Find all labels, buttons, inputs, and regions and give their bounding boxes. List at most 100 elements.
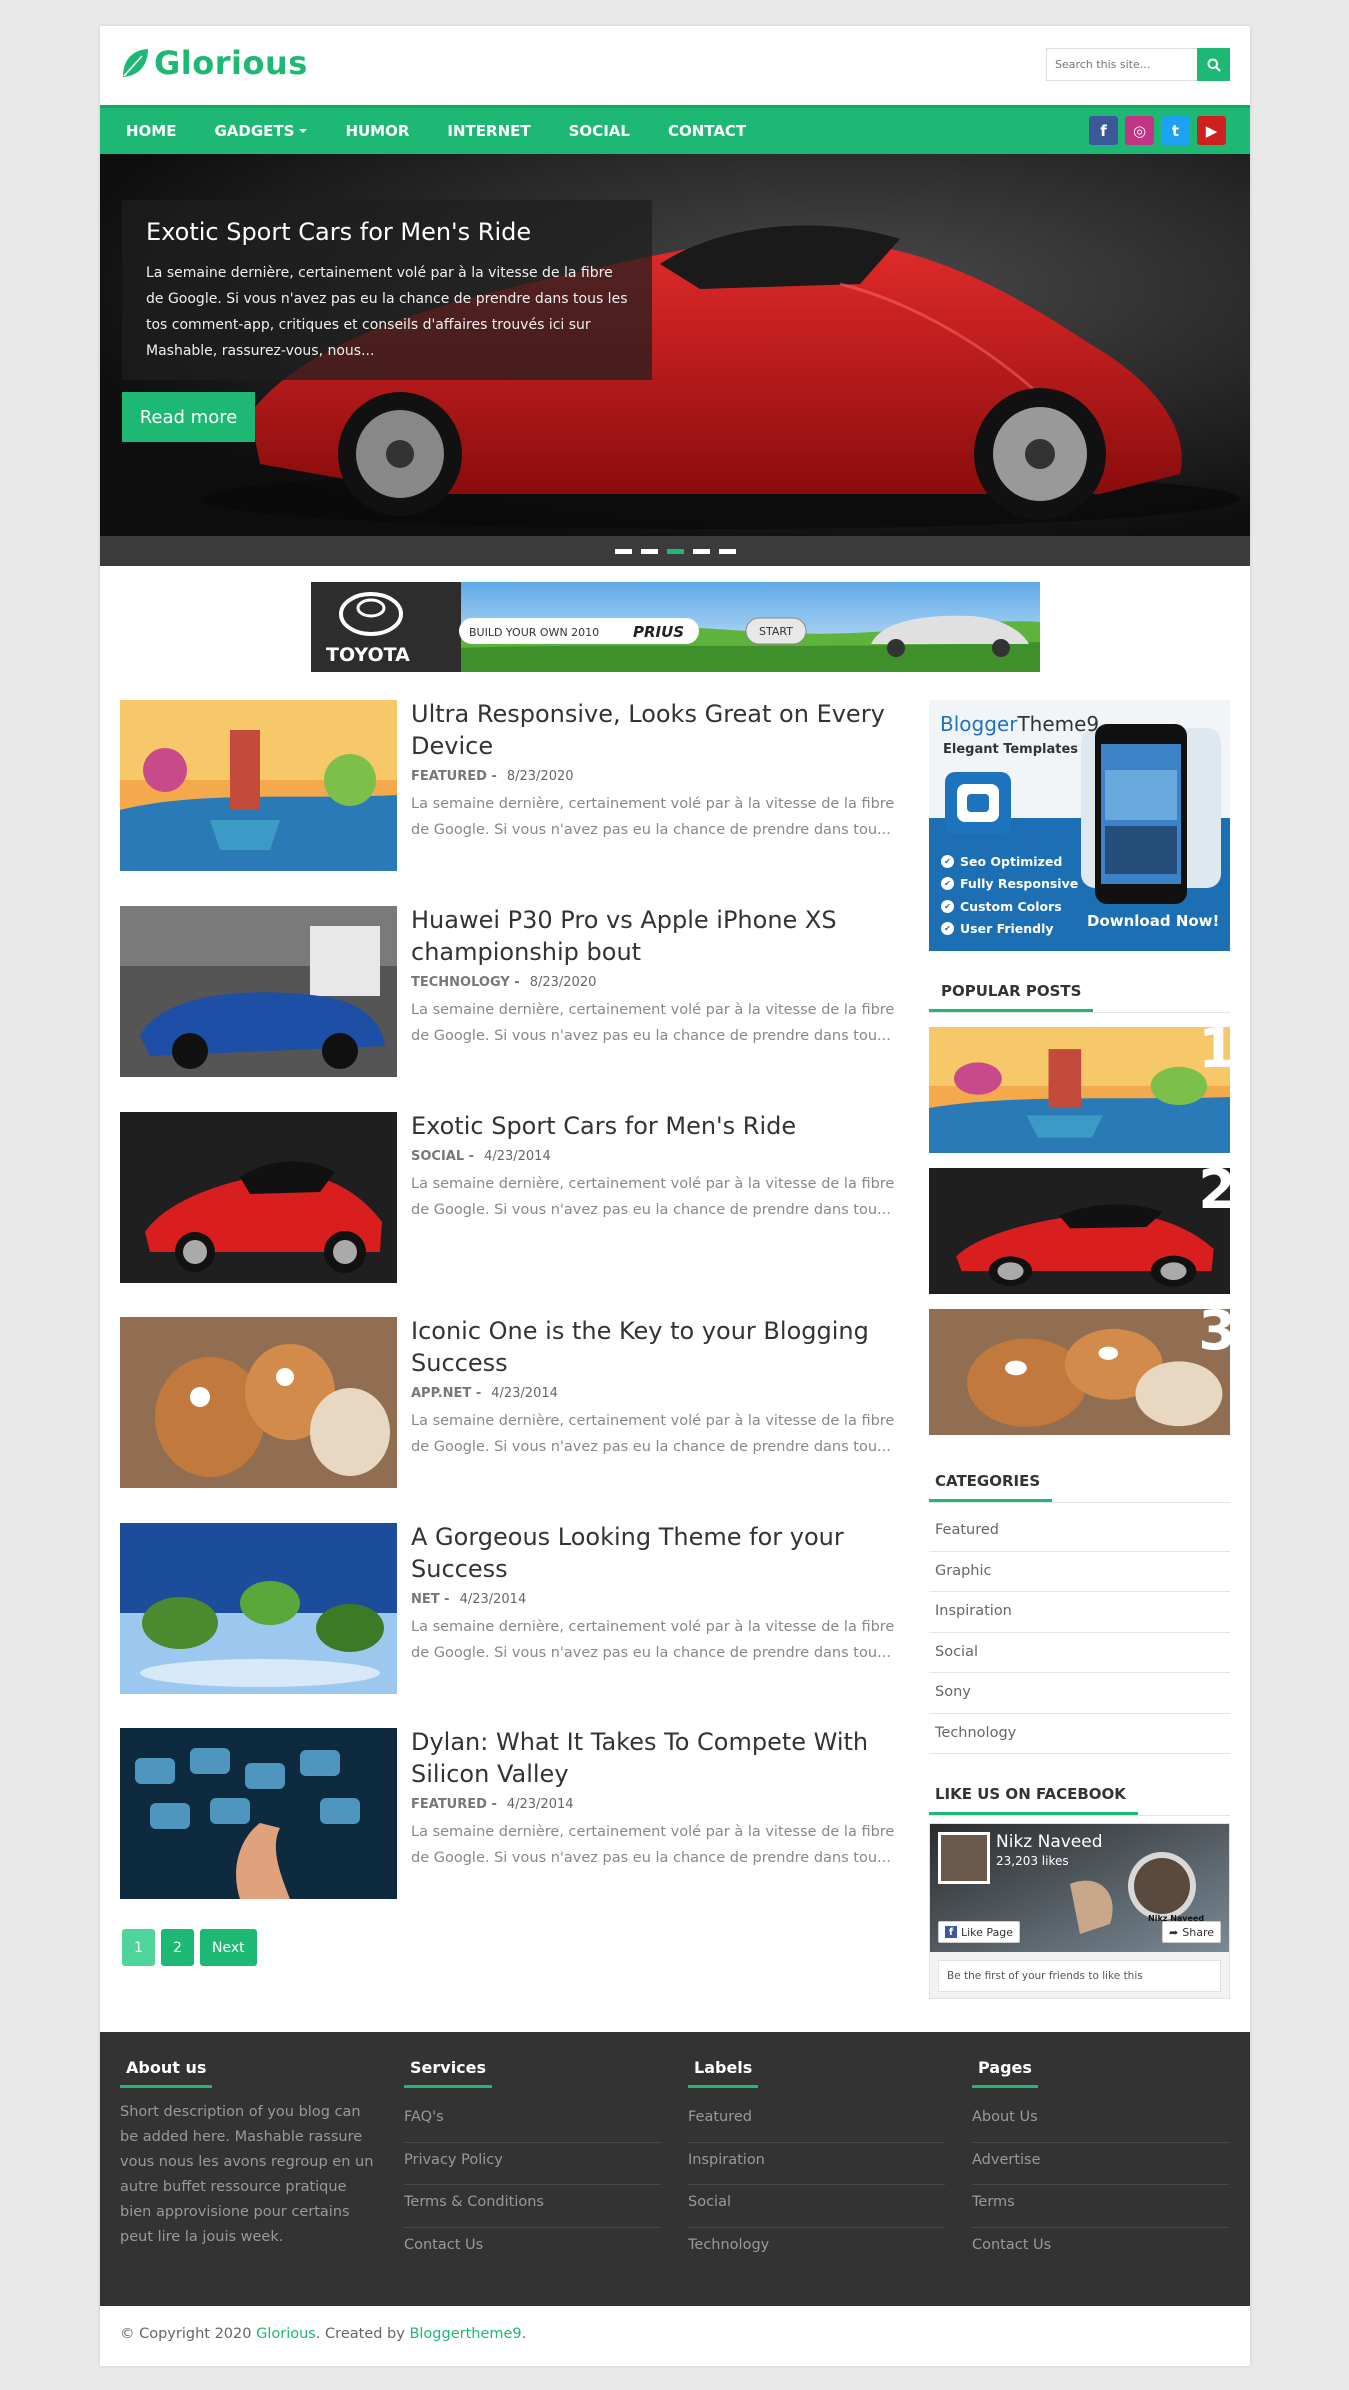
promo-feature: ✔ User Friendly: [941, 918, 1078, 941]
slide-caption: Exotic Sport Cars for Men's Ride La sema…: [122, 200, 652, 380]
footer-link[interactable]: Technology: [688, 2228, 945, 2271]
nav-item-contact[interactable]: CONTACT: [653, 122, 761, 140]
ad-brand: TOYOTA: [326, 644, 410, 666]
twitter-icon[interactable]: t: [1161, 116, 1190, 145]
post-title[interactable]: Iconic One is the Key to your Blogging S…: [411, 1315, 905, 1379]
post-title[interactable]: Exotic Sport Cars for Men's Ride: [411, 1110, 905, 1142]
slide-text: La semaine dernière, certainement volé p…: [146, 265, 628, 359]
nav-menu: HOME GADGETS HUMOR INTERNET SOCIAL CONTACT: [111, 108, 769, 154]
footer-link[interactable]: Inspiration: [688, 2143, 945, 2185]
facebook-friends-text: Be the first of your friends to like thi…: [947, 1970, 1143, 1982]
footer-link[interactable]: About Us: [972, 2100, 1229, 2143]
post-thumbnail[interactable]: [120, 700, 397, 871]
post-label[interactable]: SOCIAL -: [411, 1149, 474, 1164]
footer-link[interactable]: Contact Us: [404, 2228, 661, 2271]
ad-banner[interactable]: TOYOTA BUILD YOUR OWN 2010 PRIUS START: [311, 582, 1040, 672]
post-title[interactable]: Dylan: What It Takes To Compete With Sil…: [411, 1726, 905, 1790]
page-wrapper: Glorious HOME GADGETS HUMOR INTERNET SOCIAL C…: [100, 26, 1250, 2366]
post-date: 4/23/2014: [484, 1149, 551, 1164]
nav-item-home[interactable]: HOME: [111, 122, 191, 140]
promo-feature: ✔ Seo Optimized: [941, 850, 1078, 873]
category-item[interactable]: Graphic: [929, 1552, 1230, 1592]
post-title[interactable]: Huawei P30 Pro vs Apple iPhone XS champi…: [411, 904, 905, 968]
site-header: Glorious: [100, 26, 1250, 105]
post-image: [120, 1112, 397, 1283]
slider-dot[interactable]: [666, 548, 684, 554]
post-label[interactable]: NET -: [411, 1592, 450, 1607]
popular-post[interactable]: 3: [929, 1309, 1230, 1435]
post-title[interactable]: Ultra Responsive, Looks Great on Every D…: [411, 698, 905, 762]
popular-post[interactable]: 1: [929, 1027, 1230, 1153]
footer-link[interactable]: Featured: [688, 2100, 945, 2143]
footer-link[interactable]: Terms & Conditions: [404, 2185, 661, 2228]
post-thumbnail[interactable]: [120, 1112, 397, 1283]
post-meta: FEATURED - 4/23/2014: [411, 1797, 574, 1812]
category-item[interactable]: Inspiration: [929, 1592, 1230, 1633]
slider-dot[interactable]: [718, 548, 736, 554]
category-item[interactable]: Social: [929, 1633, 1230, 1673]
nav-item-internet[interactable]: INTERNET: [432, 122, 545, 140]
search-icon: [1207, 58, 1221, 72]
footer-link[interactable]: Social: [688, 2185, 945, 2228]
facebook-box: Nikz Naveed 23,203 likes Nikz Naveed f L…: [929, 1823, 1230, 1999]
search-button[interactable]: [1197, 48, 1230, 81]
site-title: Glorious: [154, 44, 308, 82]
post-label[interactable]: APP.NET -: [411, 1386, 481, 1401]
main-nav: HOME GADGETS HUMOR INTERNET SOCIAL CONTACT f ◎…: [100, 105, 1250, 154]
page-1-button[interactable]: 1: [122, 1929, 155, 1966]
footer-link[interactable]: Advertise: [972, 2143, 1229, 2185]
ad-start-button[interactable]: START: [759, 625, 793, 638]
facebook-icon[interactable]: f: [1089, 116, 1118, 145]
footer-link[interactable]: Privacy Policy: [404, 2143, 661, 2185]
site-logo[interactable]: Glorious: [120, 44, 308, 82]
popular-post[interactable]: 2: [929, 1168, 1230, 1294]
next-page-button[interactable]: Next: [200, 1929, 257, 1966]
instagram-icon[interactable]: ◎: [1125, 116, 1154, 145]
categories-list: Featured Graphic Inspiration Social Sony Tech…: [929, 1511, 1230, 1754]
social-icons: f ◎ t ▶: [1089, 116, 1226, 145]
footer-services-title: Services: [404, 2058, 493, 2088]
post-label[interactable]: TECHNOLOGY -: [411, 975, 520, 990]
copyright-creator-link[interactable]: Bloggertheme9: [409, 2326, 521, 2342]
facebook-share-button[interactable]: ➦ Share: [1162, 1921, 1221, 1943]
slider-dot[interactable]: [692, 548, 710, 554]
post-date: 8/23/2020: [529, 975, 597, 990]
category-item[interactable]: Sony: [929, 1673, 1230, 1714]
post-title[interactable]: A Gorgeous Looking Theme for your Succes…: [411, 1521, 905, 1585]
slider-dot[interactable]: [640, 548, 658, 554]
post-date: 4/23/2014: [506, 1797, 574, 1812]
post-date: 4/23/2014: [459, 1592, 527, 1607]
post-thumbnail[interactable]: [120, 1523, 397, 1694]
facebook-like-button[interactable]: f Like Page: [938, 1921, 1021, 1943]
nav-item-social[interactable]: SOCIAL: [554, 122, 645, 140]
page-2-button[interactable]: 2: [161, 1929, 194, 1966]
slide-title[interactable]: Exotic Sport Cars for Men's Ride: [146, 218, 628, 246]
promo-cta[interactable]: Download Now!: [1087, 912, 1219, 930]
search-input[interactable]: [1046, 48, 1197, 81]
nav-item-gadgets[interactable]: GADGETS: [199, 122, 322, 140]
footer-link[interactable]: FAQ's: [404, 2100, 661, 2143]
facebook-likes: 23,203 likes: [996, 1854, 1069, 1868]
footer-about: About us Short description of you blog c…: [120, 2058, 377, 2250]
post-meta: SOCIAL - 4/23/2014: [411, 1149, 551, 1164]
post-excerpt: La semaine dernière, certainement volé p…: [411, 1619, 895, 1661]
share-icon: ➦: [1169, 1925, 1179, 1939]
leaf-icon: [123, 49, 148, 77]
slider-dot[interactable]: [614, 548, 632, 554]
facebook-page-name[interactable]: Nikz Naveed: [996, 1832, 1103, 1852]
category-item[interactable]: Technology: [929, 1714, 1230, 1754]
nav-item-humor[interactable]: HUMOR: [330, 122, 424, 140]
footer-link[interactable]: Contact Us: [972, 2228, 1229, 2271]
promo-widget[interactable]: BloggerTheme9 Elegant Templates ✔ Seo Opt…: [929, 700, 1230, 951]
read-more-button[interactable]: Read more: [122, 392, 255, 442]
copyright-site-link[interactable]: Glorious: [256, 2326, 316, 2342]
post-thumbnail[interactable]: [120, 1728, 397, 1899]
post-label[interactable]: FEATURED -: [411, 769, 497, 784]
post-thumbnail[interactable]: [120, 906, 397, 1077]
footer-link[interactable]: Terms: [972, 2185, 1229, 2228]
post-thumbnail[interactable]: [120, 1317, 397, 1488]
footer-services: Services FAQ's Privacy Policy Terms & Cond…: [404, 2058, 661, 2270]
category-item[interactable]: Featured: [929, 1511, 1230, 1552]
youtube-icon[interactable]: ▶: [1197, 116, 1226, 145]
post-label[interactable]: FEATURED -: [411, 1797, 497, 1812]
